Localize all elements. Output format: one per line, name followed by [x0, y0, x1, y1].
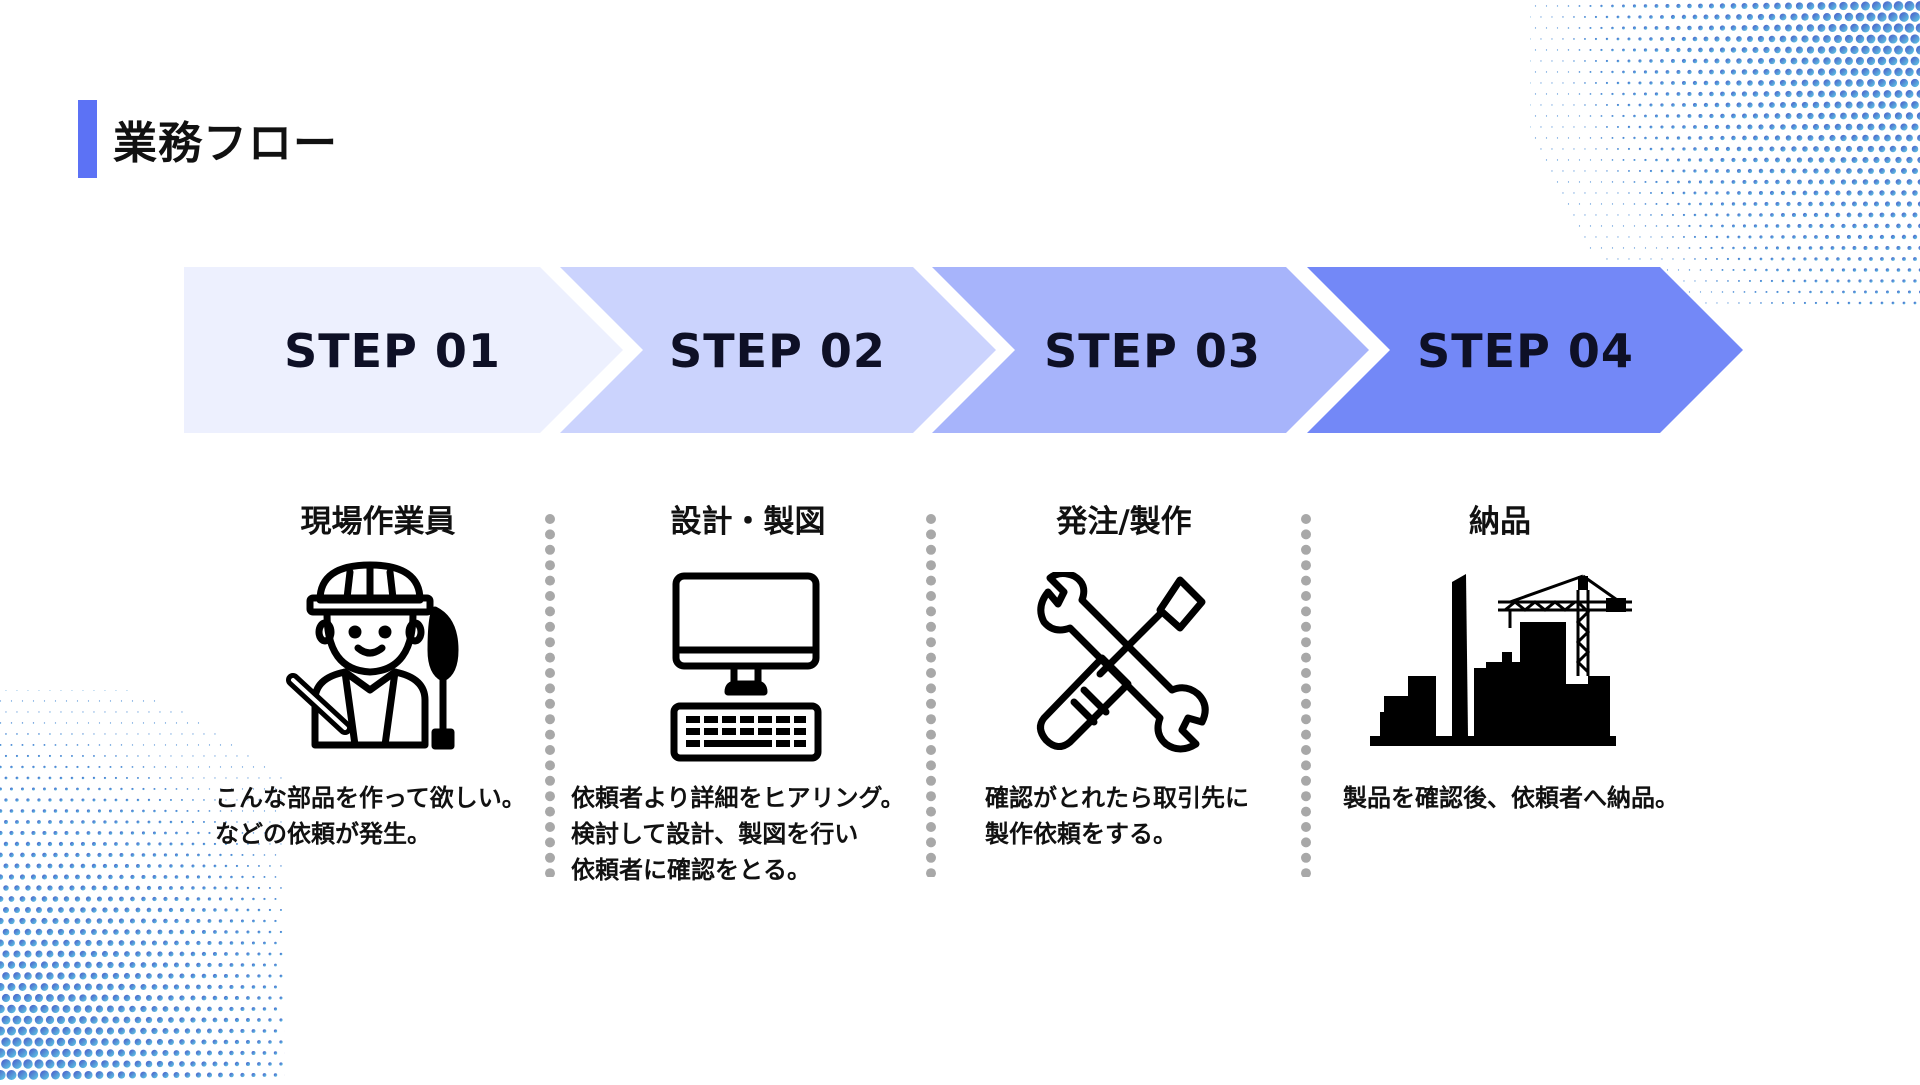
step-chevrons — [0, 0, 1920, 460]
step-description-1: こんな部品を作って欲しい。 などの依頼が発生。 — [215, 780, 526, 852]
halftone-dots-bottom-left — [0, 690, 285, 1085]
description-line: 依頼者に確認をとる。 — [571, 852, 905, 888]
description-line: などの依頼が発生。 — [215, 816, 526, 852]
description-line: 製作依頼をする。 — [985, 816, 1249, 852]
step-heading-2: 設計・製図 — [608, 496, 888, 541]
description-line: 依頼者より詳細をヒアリング。 — [571, 780, 905, 816]
step-label-4: STEP 04 — [1393, 318, 1658, 384]
step-description-3: 確認がとれたら取引先に 製作依頼をする。 — [985, 780, 1249, 852]
step-description-4: 製品を確認後、依頼者へ納品。 — [1343, 780, 1679, 816]
column-divider-1 — [543, 512, 557, 877]
step-heading-3: 発注/製作 — [984, 496, 1264, 541]
column-divider-3 — [1299, 512, 1313, 877]
step-label-1: STEP 01 — [260, 318, 525, 384]
description-line: こんな部品を作って欲しい。 — [215, 780, 526, 816]
step-description-2: 依頼者より詳細をヒアリング。 検討して設計、製図を行い 依頼者に確認をとる。 — [571, 780, 905, 888]
description-line: 検討して設計、製図を行い — [571, 816, 905, 852]
description-line: 製品を確認後、依頼者へ納品。 — [1343, 780, 1679, 816]
step-heading-4: 納品 — [1360, 496, 1640, 541]
city-construction-icon — [1370, 572, 1632, 747]
step-label-2: STEP 02 — [645, 318, 910, 384]
description-line: 確認がとれたら取引先に — [985, 780, 1249, 816]
construction-worker-icon — [285, 560, 475, 750]
wrench-screwdriver-icon — [1030, 572, 1215, 757]
step-heading-1: 現場作業員 — [238, 496, 518, 541]
column-divider-2 — [924, 512, 938, 877]
desktop-computer-icon — [670, 572, 822, 762]
step-label-3: STEP 03 — [1020, 318, 1285, 384]
